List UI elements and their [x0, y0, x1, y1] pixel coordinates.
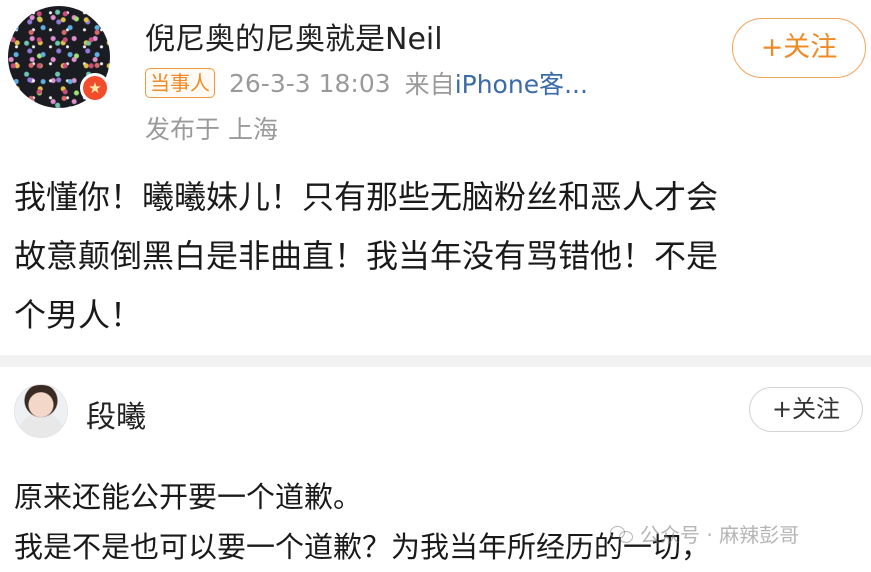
watermark: 公众号 · 麻辣彭哥	[610, 519, 799, 548]
post-text-line: 我懂你！曦曦妹儿！只有那些无脑粉丝和恶人才会	[14, 178, 719, 216]
comment-text-line: 我是不是也可以要一个道歉？为我当年所经历的一切，	[14, 530, 711, 564]
post-text-line: 故意颠倒黑白是非曲直！我当年没有骂错他！不是	[14, 237, 719, 275]
watermark-text: 公众号 · 麻辣彭哥	[640, 523, 800, 547]
verified-badge-icon: ★	[80, 73, 110, 103]
commenter-username[interactable]: 段曦	[86, 392, 146, 436]
wechat-icon	[610, 524, 634, 544]
post-meta: 当事人 26-3-3 18:03 来自 iPhone客...	[145, 66, 588, 100]
post-source[interactable]: iPhone客...	[455, 65, 588, 101]
section-divider	[0, 355, 871, 367]
commenter-avatar[interactable]	[14, 384, 68, 438]
post-location: 发布于 上海	[145, 115, 278, 144]
follow-button[interactable]: +关注	[732, 18, 866, 78]
comment-text: 原来还能公开要一个道歉。 我是不是也可以要一个道歉？为我当年所经历的一切，	[14, 472, 710, 572]
post-username[interactable]: 倪尼奥的尼奥就是Neil	[145, 14, 443, 58]
post-text: 我懂你！曦曦妹儿！只有那些无脑粉丝和恶人才会 故意颠倒黑白是非曲直！我当年没有骂…	[14, 168, 854, 345]
post-text-line: 个男人！	[14, 296, 143, 334]
comment-text-line: 原来还能公开要一个道歉。	[14, 480, 363, 514]
weibo-post: ★ 倪尼奥的尼奥就是Neil 当事人 26-3-3 18:03 来自 iPhon…	[0, 0, 871, 355]
party-tag: 当事人	[145, 68, 215, 98]
post-time: 26-3-3 18:03	[229, 68, 391, 98]
commenter-follow-button[interactable]: +关注	[749, 387, 863, 432]
source-label: 来自	[404, 70, 455, 99]
